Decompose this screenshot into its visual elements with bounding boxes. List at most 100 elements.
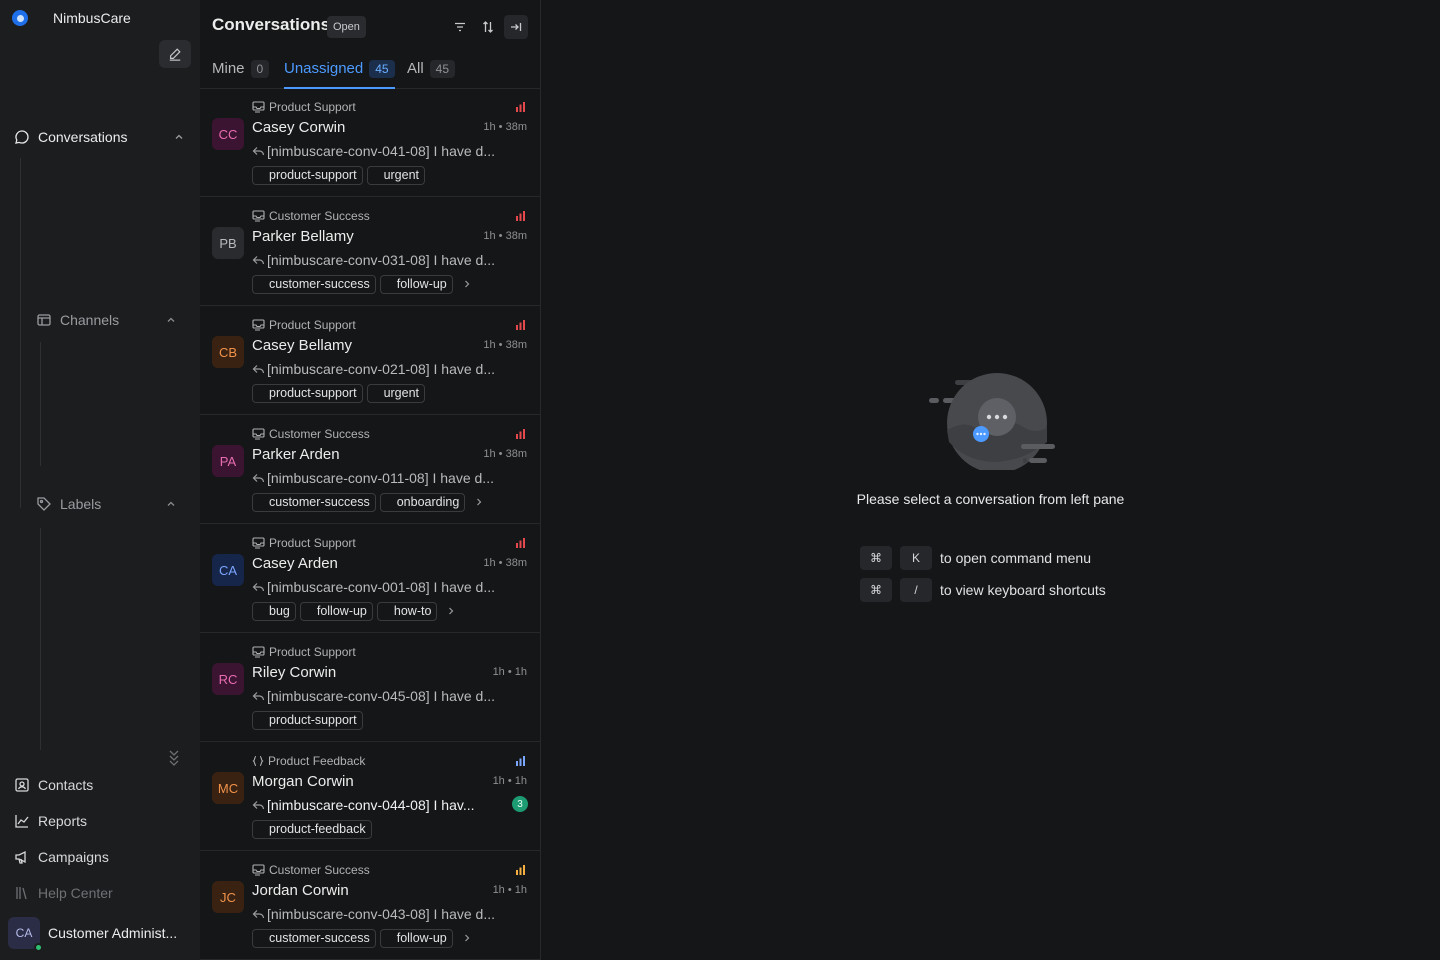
tab-label: All [407,60,424,77]
contact-name: Casey Corwin [252,119,346,136]
sort-button[interactable] [476,15,500,39]
brand[interactable]: NimbusCare [12,8,131,28]
avatar-initials: CB [218,344,238,360]
conversation-detail-empty: Please select a conversation from left p… [541,0,1440,960]
conversation-card[interactable]: PA Customer Success Parker Arden 1h • 38m [n… [200,415,540,524]
collapse-panel-button[interactable] [504,15,528,39]
tab-count: 45 [369,60,395,78]
label-chip[interactable]: urgent [366,383,426,403]
tree-guide [40,342,41,466]
contact-name: Casey Bellamy [252,337,353,354]
message-preview: [nimbuscare-conv-011-08] I have d... [252,468,522,488]
status-filter-badge[interactable]: Open [327,16,366,38]
label-chip[interactable]: product-support [252,710,363,730]
label-chip[interactable]: product-support [252,383,363,403]
conversation-card[interactable]: CA Product Support Casey Arden 1h • 38m [nim… [200,524,540,633]
label-chip[interactable]: customer-success [252,928,376,948]
inbox-name: Customer Success [252,862,370,878]
chat-bubble-illustration-icon [925,370,1057,475]
label-chip[interactable]: follow-up [379,274,453,294]
profile-menu[interactable]: CA Customer Administ... [8,916,194,952]
message-preview: [nimbuscare-conv-041-08] I have d... [252,141,522,161]
library-icon [16,887,27,900]
avatar: CA [8,917,43,952]
filter-button[interactable] [448,15,472,39]
nav-campaigns[interactable]: Campaigns [14,846,190,868]
inbox-label: Customer Success [269,427,370,441]
chevron-right-icon[interactable] [463,933,471,943]
inbox-name: Customer Success [252,208,370,224]
chevron-right-icon[interactable] [475,497,483,507]
brand-logo-icon [12,10,28,26]
inbox-name: Product Support [252,317,356,333]
priority-icon [516,211,525,221]
inbox-label: Product Support [269,645,356,659]
nav-reports[interactable]: Reports [14,810,190,832]
priority-icon [516,429,525,439]
nav-group-channels[interactable]: Channels [36,309,180,331]
message-preview: [nimbuscare-conv-044-08] I hav... [252,795,522,815]
nav-label: Campaigns [38,849,109,865]
key-cap: / [900,578,932,602]
inbox-label: Product Support [269,536,356,550]
nav-group-label: Channels [60,312,120,328]
code-braces-icon [252,755,264,767]
scroll-more-icon[interactable] [166,748,182,771]
label-chip[interactable]: product-support [252,165,363,185]
conversation-card[interactable]: JC Customer Success Jordan Corwin 1h • 1h [n… [200,851,540,960]
label-chip[interactable]: onboarding [379,492,466,512]
chevron-up-icon[interactable] [166,315,176,325]
conversation-card[interactable]: CC Product Support Casey Corwin 1h • 38m [ni… [200,88,540,197]
priority-icon [516,320,525,330]
label-chip[interactable]: bug [252,601,296,621]
avatar-initials: CA [218,562,238,578]
chevron-right-icon[interactable] [447,606,455,616]
conversation-time: 1h • 1h [492,666,527,678]
label-chip[interactable]: how-to [376,601,438,621]
nav-label: Contacts [38,777,94,793]
email-inbox-icon [252,210,265,222]
nav-group-labels[interactable]: Labels [36,493,180,515]
avatar: PB [212,227,244,259]
label-list: customer-success follow-up [252,928,471,948]
label-chip[interactable]: urgent [366,165,426,185]
key-cap: ⌘ [860,546,892,570]
avatar-initials: MC [217,780,239,796]
conversation-card[interactable]: PB Customer Success Parker Bellamy 1h • 38m… [200,197,540,306]
collapse-panel-icon [511,23,522,31]
contact-name: Parker Arden [252,446,340,463]
compose-button[interactable] [159,40,191,68]
label-list: product-support [252,710,367,730]
avatar: MC [212,772,244,804]
conversation-card[interactable]: RC Product Support Riley Corwin 1h • 1h [nim… [200,633,540,742]
chevron-up-icon[interactable] [166,499,176,509]
preview-text: [nimbuscare-conv-001-08] I have d... [267,579,496,595]
conversation-card[interactable]: MC Product Feedback Morgan Corwin 1h • 1h [n… [200,742,540,851]
chevron-right-icon[interactable] [463,279,471,289]
avatar-initials: CC [218,126,238,142]
label-chip[interactable]: follow-up [379,928,453,948]
tab-mine[interactable]: Mine 0 [212,56,270,89]
preview-text: [nimbuscare-conv-041-08] I have d... [267,143,496,159]
label-list: bug follow-up how-to [252,601,455,621]
inbox-name: Customer Success [252,426,370,442]
conversation-list-panel: Conversations Open Mine 0 Unassigned 45 … [200,0,541,960]
avatar: RC [212,663,244,695]
nav-conversations[interactable]: Conversations [14,126,190,148]
label-chip[interactable]: follow-up [299,601,373,621]
nav-contacts[interactable]: Contacts [14,774,190,796]
conversation-card[interactable]: CB Product Support Casey Bellamy 1h • 38m [n… [200,306,540,415]
tab-all[interactable]: All 45 [407,56,456,89]
label-chip[interactable]: product-feedback [252,819,372,839]
chevron-up-icon[interactable] [174,132,184,142]
conversation-time: 1h • 38m [483,448,527,460]
shortcut-keyboard-shortcuts: ⌘ / to view keyboard shortcuts [860,578,1106,602]
nav-help-center[interactable]: Help Center [14,882,190,904]
avatar: CB [212,336,244,368]
tab-unassigned[interactable]: Unassigned 45 [284,56,395,89]
label-chip[interactable]: customer-success [252,274,376,294]
label-chip[interactable]: customer-success [252,492,376,512]
label-list: customer-success onboarding [252,492,483,512]
avatar: CA [212,554,244,586]
preview-text: [nimbuscare-conv-045-08] I have d... [267,688,496,704]
